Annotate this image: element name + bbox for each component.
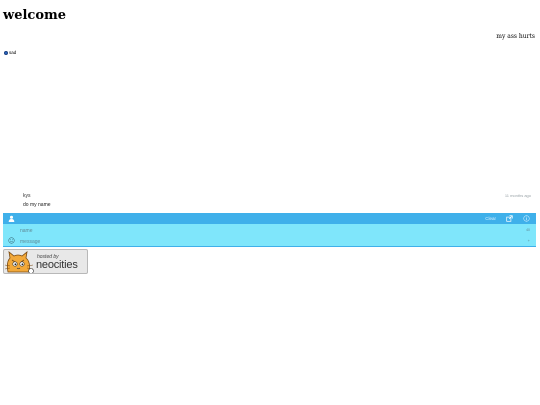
clear-button[interactable]: Clear [485, 213, 496, 224]
page-title: welcome [3, 8, 67, 23]
status-dot-icon [4, 50, 8, 55]
send-button[interactable]: + [528, 238, 530, 243]
user-icon[interactable] [8, 215, 15, 222]
message-text: do my name [23, 202, 51, 208]
message-timestamp: 11 months ago [504, 193, 531, 198]
message-input[interactable] [20, 237, 520, 246]
chat-input-area: 40 + [3, 224, 536, 247]
smiley-icon[interactable] [8, 237, 15, 244]
name-char-count: 40 [526, 228, 530, 232]
status-indicator: sad [4, 50, 16, 55]
neocities-name-text: neocities [36, 259, 78, 271]
chat-message: kys 11 months ago do my name [23, 193, 531, 209]
chat-toolbar: Clear [3, 213, 536, 224]
status-label: sad [9, 50, 17, 55]
message-username: kys [23, 193, 31, 199]
neocities-badge[interactable]: hosted by neocities [3, 249, 88, 274]
name-input[interactable] [20, 226, 520, 235]
neocities-cat-logo [4, 251, 34, 273]
external-link-icon[interactable] [506, 215, 513, 222]
info-icon[interactable] [523, 215, 530, 222]
page-tagline: my ass hurts [496, 33, 535, 40]
